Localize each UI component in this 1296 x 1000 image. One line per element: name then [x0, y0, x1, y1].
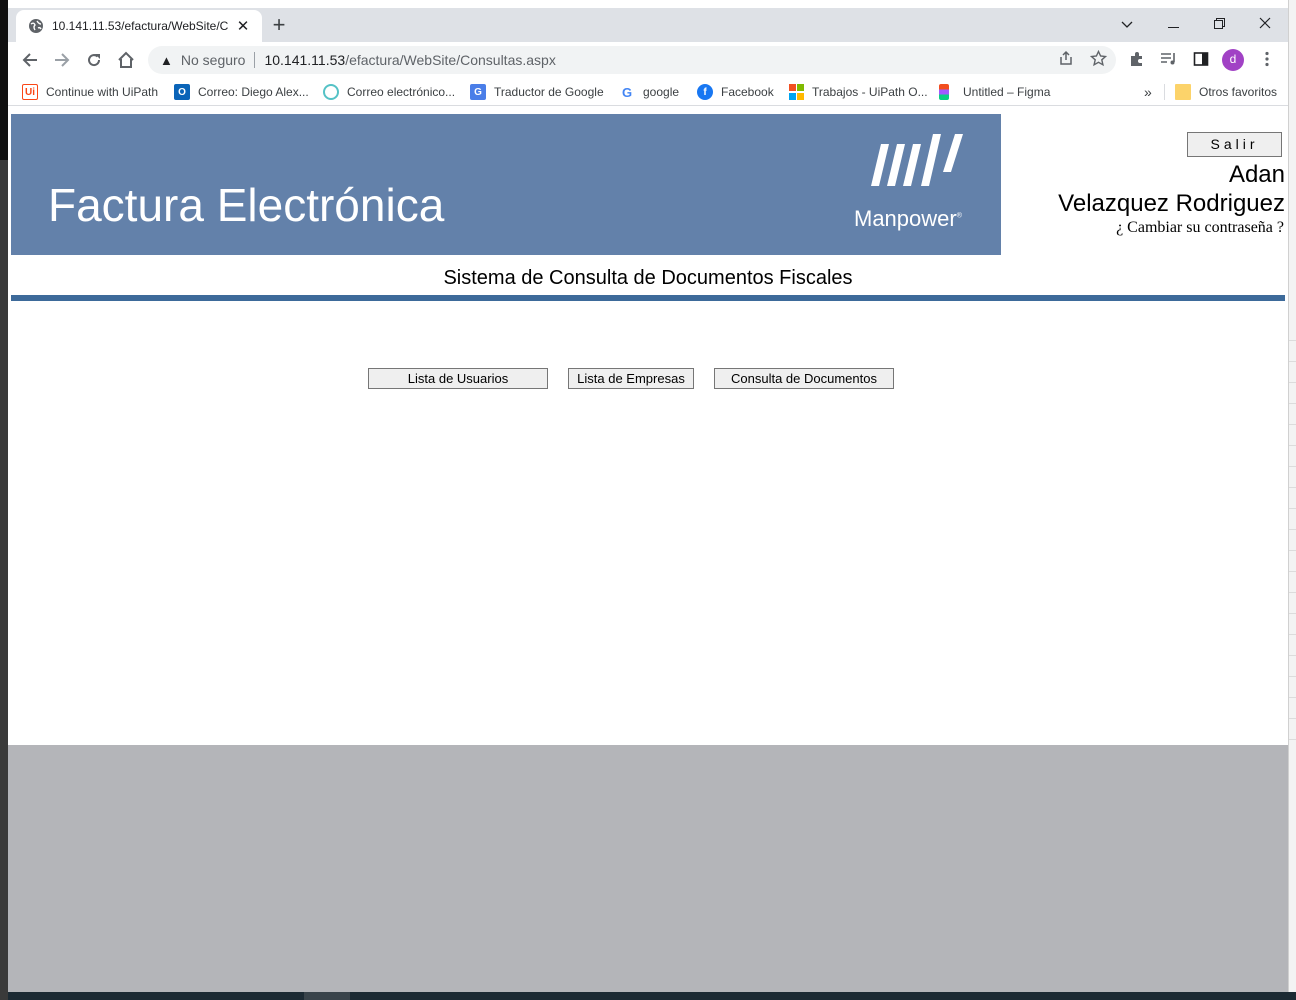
bookmark-translate[interactable]: G Traductor de Google	[470, 82, 604, 102]
figma-icon	[939, 84, 949, 100]
address-bar[interactable]: ▲ No seguro 10.141.11.53/efactura/WebSit…	[148, 46, 1116, 74]
bookmark-other-folder[interactable]: Otros favoritos	[1175, 82, 1277, 102]
close-window-icon[interactable]	[1242, 10, 1288, 38]
google-translate-icon: G	[470, 84, 486, 100]
bookmarks-overflow-icon[interactable]: »	[1144, 82, 1152, 102]
web-page: Factura Electrónica Manpower® Salir Adan…	[8, 106, 1288, 745]
header-divider	[11, 295, 1285, 301]
bookmark-label: Trabajos - UiPath O...	[812, 85, 928, 99]
divider	[1164, 84, 1165, 100]
bookmark-outlook[interactable]: O Correo: Diego Alex...	[174, 82, 309, 102]
companies-list-button[interactable]: Lista de Empresas	[568, 368, 694, 389]
bookmark-uipath[interactable]: Ui Continue with UiPath	[22, 82, 158, 102]
outlook-icon: O	[174, 84, 190, 100]
new-tab-button[interactable]: +	[266, 13, 292, 39]
tab-strip: 10.141.11.53/efactura/WebSite/C ✕ +	[8, 8, 1288, 42]
page-footer-area	[8, 745, 1288, 992]
more-menu-icon[interactable]	[1256, 48, 1278, 70]
divider	[254, 52, 256, 68]
url-host: 10.141.11.53	[264, 52, 346, 68]
extensions-puzzle-icon[interactable]	[1126, 48, 1148, 70]
warning-icon[interactable]: ▲	[160, 53, 173, 68]
tab-title: 10.141.11.53/efactura/WebSite/C	[52, 19, 229, 33]
bookmark-mail[interactable]: Correo electrónico...	[323, 82, 455, 102]
page-subtitle: Sistema de Consulta de Documentos Fiscal…	[443, 267, 853, 289]
manpower-logo-text: Manpower®	[854, 206, 962, 231]
mail-swirl-icon	[323, 84, 339, 100]
forward-arrow-icon[interactable]	[48, 46, 76, 74]
banner-title: Factura Electrónica	[48, 179, 445, 231]
minimize-icon[interactable]	[1150, 10, 1196, 38]
background-spreadsheet-edge	[1288, 0, 1296, 1000]
tab-close-icon[interactable]: ✕	[234, 17, 252, 35]
facebook-icon: f	[697, 84, 713, 100]
bookmarks-bar: Ui Continue with UiPath O Correo: Diego …	[8, 78, 1288, 106]
security-label[interactable]: No seguro	[181, 52, 246, 68]
microsoft-icon	[788, 84, 804, 100]
manpower-logo-icon	[871, 134, 963, 186]
share-icon[interactable]	[1056, 48, 1076, 68]
folder-icon	[1175, 84, 1191, 100]
logout-button[interactable]: Salir	[1187, 132, 1282, 157]
bookmark-google[interactable]: G google	[619, 82, 679, 102]
bookmark-label: Correo: Diego Alex...	[198, 85, 309, 99]
users-list-button[interactable]: Lista de Usuarios	[368, 368, 548, 389]
bookmark-figma[interactable]: Untitled – Figma	[939, 82, 1050, 102]
documents-query-button[interactable]: Consulta de Documentos	[714, 368, 894, 389]
side-panel-icon[interactable]	[1190, 48, 1212, 70]
user-last-name: Velazquez Rodriguez	[1058, 190, 1285, 217]
restore-icon[interactable]	[1196, 10, 1242, 38]
star-icon[interactable]	[1088, 48, 1108, 68]
tab-search-icon[interactable]	[1104, 10, 1150, 38]
url-path: /efactura/WebSite/Consultas.aspx	[345, 52, 556, 68]
bookmark-trabajos[interactable]: Trabajos - UiPath O...	[788, 82, 928, 102]
bookmark-label: Correo electrónico...	[347, 85, 456, 99]
uipath-icon: Ui	[22, 84, 38, 100]
browser-toolbar: ▲ No seguro 10.141.11.53/efactura/WebSit…	[8, 42, 1288, 78]
bookmark-label: Otros favoritos	[1199, 85, 1278, 99]
change-password-link[interactable]: ¿ Cambiar su contraseña ?	[1116, 219, 1284, 237]
profile-avatar[interactable]: d	[1222, 49, 1244, 71]
bookmark-label: Traductor de Google	[494, 85, 604, 99]
background-window-edge	[0, 0, 8, 1000]
media-queue-icon[interactable]	[1158, 48, 1180, 70]
header-banner: Factura Electrónica Manpower®	[11, 114, 1001, 255]
bookmark-label: google	[643, 85, 680, 99]
bookmark-label: Continue with UiPath	[46, 85, 159, 99]
home-icon[interactable]	[112, 46, 140, 74]
back-arrow-icon[interactable]	[16, 46, 44, 74]
os-taskbar	[8, 992, 1296, 1000]
browser-tab[interactable]: 10.141.11.53/efactura/WebSite/C ✕	[16, 10, 262, 42]
bookmark-label: Untitled – Figma	[963, 85, 1051, 99]
user-first-name: Adan	[1228, 161, 1285, 188]
globe-icon	[29, 19, 43, 33]
google-icon: G	[619, 84, 635, 100]
bookmark-label: Facebook	[721, 85, 774, 99]
reload-icon[interactable]	[80, 46, 108, 74]
bookmark-facebook[interactable]: f Facebook	[697, 82, 774, 102]
